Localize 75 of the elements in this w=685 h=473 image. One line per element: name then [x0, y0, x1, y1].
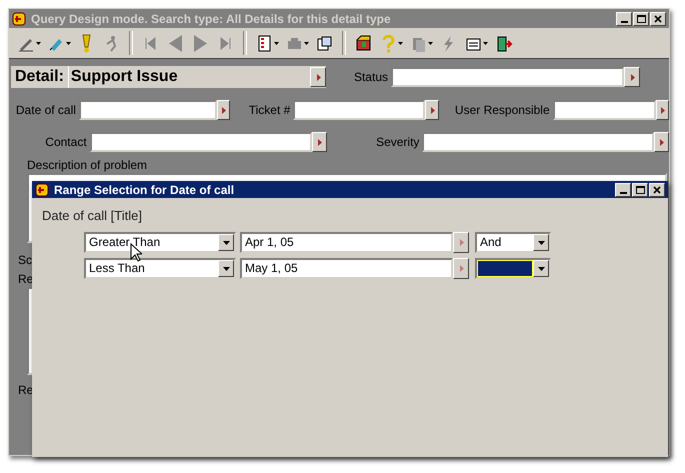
description-label: Description of problem: [27, 158, 148, 172]
input-field[interactable]: [552, 100, 656, 120]
date-arrow-button[interactable]: [453, 258, 469, 278]
operator-dropdown[interactable]: Greater Than: [84, 232, 236, 252]
date-field[interactable]: May 1, 05: [240, 258, 453, 278]
field-label: Ticket #: [248, 103, 290, 117]
field-label: User Responsible: [454, 103, 550, 117]
arrow-right-icon: [314, 74, 322, 80]
field-arrow-button[interactable]: [425, 100, 439, 120]
minimize-icon: [620, 192, 626, 194]
dropdown-arrow-icon: [538, 238, 544, 246]
field-label: Status: [352, 70, 388, 84]
dropdown-arrow-icon: [222, 264, 230, 272]
field-label: Re: [18, 383, 34, 397]
caret-icon: [428, 42, 433, 44]
close-button[interactable]: [650, 12, 666, 26]
date-arrow-button[interactable]: [453, 232, 469, 252]
caret-icon: [36, 42, 41, 44]
minimize-button[interactable]: [615, 182, 631, 196]
field-arrow-button[interactable]: [656, 100, 669, 120]
input-field[interactable]: [391, 67, 624, 87]
detail-label: Detail:: [14, 68, 65, 86]
caret-icon: [483, 42, 488, 44]
dialog-title: Range Selection for Date of call: [54, 182, 236, 196]
close-icon: [654, 14, 662, 22]
package-icon: [354, 34, 373, 52]
maximize-icon: [636, 14, 646, 22]
window-title: Query Design mode. Search type: All Details for this detail type: [31, 12, 392, 26]
field-label: Date of call: [14, 103, 76, 117]
close-icon: [653, 186, 661, 194]
arrow-right-icon: [628, 74, 636, 80]
input-field[interactable]: [90, 132, 312, 152]
operator-dropdown[interactable]: Less Than: [84, 258, 236, 278]
arrow-right-icon: [658, 106, 666, 114]
arrow-right-icon: [458, 238, 464, 246]
field-label: Severity: [375, 135, 420, 149]
arrow-right-icon: [428, 106, 436, 114]
caret-icon: [398, 42, 403, 44]
arrow-right-icon: [458, 264, 464, 272]
dialog-heading: Date of call [Title]: [42, 208, 143, 223]
dropdown-button[interactable]: [218, 260, 234, 276]
dropdown-button[interactable]: [218, 234, 234, 250]
field-arrow-button[interactable]: [624, 67, 640, 87]
field-arrow-button[interactable]: [216, 100, 230, 120]
input-field[interactable]: [422, 132, 654, 152]
field-arrow-button[interactable]: [312, 132, 327, 152]
arrow-right-icon: [220, 106, 228, 114]
field-label: Re: [18, 272, 34, 286]
dropdown-button[interactable]: [533, 234, 549, 250]
maximize-icon: [636, 186, 644, 194]
caret-icon: [304, 42, 309, 44]
detail-arrow-button[interactable]: [310, 67, 326, 87]
caret-icon: [66, 42, 71, 44]
minimize-icon: [620, 20, 628, 22]
input-field[interactable]: [78, 100, 217, 120]
maximize-button[interactable]: [633, 12, 649, 26]
field-label: Sc: [18, 253, 32, 267]
dropdown-arrow-icon: [222, 238, 230, 246]
arrow-right-icon: [658, 138, 665, 146]
input-field[interactable]: [293, 100, 426, 120]
conjunction-dropdown[interactable]: [475, 258, 551, 278]
minimize-button[interactable]: [616, 12, 632, 26]
documents-icon: [315, 34, 334, 52]
arrow-right-icon: [316, 138, 323, 146]
close-button[interactable]: [649, 182, 665, 196]
dropdown-arrow-icon: [538, 264, 544, 272]
caret-icon: [274, 42, 279, 44]
dropdown-button[interactable]: [533, 260, 549, 276]
app-icon: [12, 12, 26, 26]
date-field[interactable]: Apr 1, 05: [240, 232, 453, 252]
app-icon: [35, 182, 49, 196]
field-label: Contact: [44, 135, 87, 149]
maximize-button[interactable]: [632, 182, 648, 196]
conjunction-dropdown[interactable]: And: [475, 232, 551, 252]
field-arrow-button[interactable]: [654, 132, 669, 152]
